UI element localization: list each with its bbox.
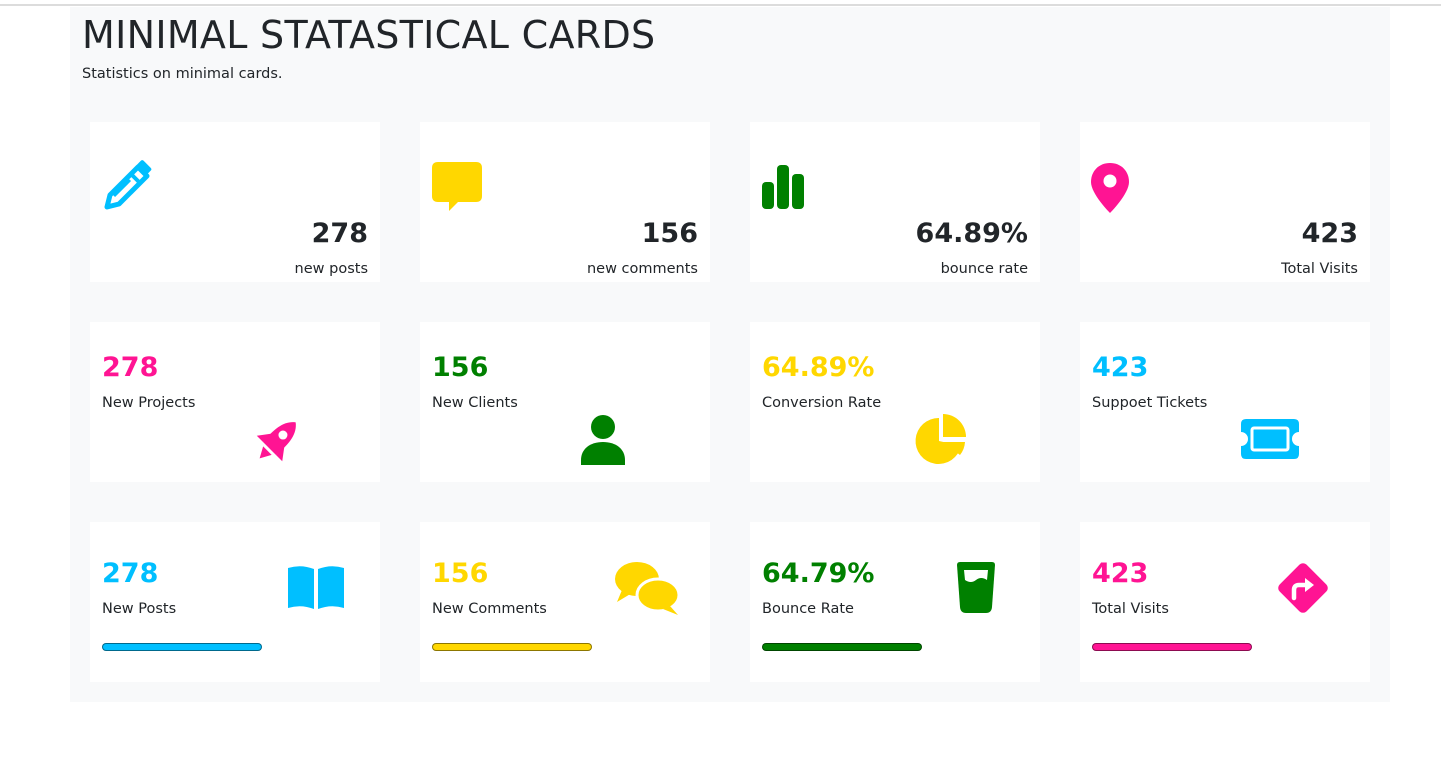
stat-value: 423	[1301, 218, 1358, 249]
stat-label: Total Visits	[1281, 261, 1358, 277]
stat-label: New Comments	[432, 601, 547, 617]
stat-value: 423	[1092, 558, 1149, 589]
progress-fill	[102, 643, 262, 651]
stat-card-new-projects: 278 New Projects	[90, 322, 380, 482]
map-pin-icon	[1091, 163, 1129, 213]
page-subtitle: Statistics on minimal cards.	[82, 66, 283, 82]
rocket-icon	[256, 422, 296, 462]
stat-value: 64.79%	[762, 558, 875, 589]
comment-icon	[432, 162, 482, 211]
stat-card-support-tickets: 423 Suppoet Tickets	[1080, 322, 1370, 482]
page-title: MINIMAL STATASTICAL CARDS	[82, 13, 656, 57]
pie-chart-icon	[915, 414, 966, 464]
stat-value: 156	[432, 352, 489, 383]
stat-card-new-comments-progress: 156 New Comments	[420, 522, 710, 682]
stat-value: 156	[641, 218, 698, 249]
stat-card-bounce-rate: 64.89% bounce rate	[750, 122, 1040, 282]
progress-bar	[1092, 643, 1252, 651]
progress-bar	[102, 643, 262, 651]
stat-label: bounce rate	[940, 261, 1028, 277]
stat-value: 423	[1092, 352, 1149, 383]
user-icon	[581, 415, 625, 465]
stat-value: 156	[432, 558, 489, 589]
bar-chart-icon	[762, 165, 804, 209]
progress-fill	[762, 643, 922, 651]
book-icon	[288, 566, 344, 609]
stat-value: 64.89%	[762, 352, 875, 383]
stat-card-total-visits-progress: 423 Total Visits	[1080, 522, 1370, 682]
stat-card-bounce-rate-progress: 64.79% Bounce Rate	[750, 522, 1040, 682]
stat-label: New Clients	[432, 395, 518, 411]
glass-icon	[957, 562, 995, 613]
stat-label: Total Visits	[1092, 601, 1169, 617]
ticket-icon	[1241, 419, 1299, 459]
stat-value: 64.89%	[915, 218, 1028, 249]
stat-label: New Posts	[102, 601, 177, 617]
top-divider	[0, 4, 1441, 6]
stat-label: Suppoet Tickets	[1092, 395, 1208, 411]
stat-label: new posts	[294, 261, 368, 277]
directions-icon	[1278, 563, 1328, 613]
progress-fill	[1092, 643, 1252, 651]
progress-bar	[762, 643, 922, 651]
stat-card-new-posts-progress: 278 New Posts	[90, 522, 380, 682]
progress-bar	[432, 643, 592, 651]
stat-card-total-visits: 423 Total Visits	[1080, 122, 1370, 282]
stat-card-new-posts: 278 new posts	[90, 122, 380, 282]
stat-card-new-comments: 156 new comments	[420, 122, 710, 282]
progress-fill	[432, 643, 592, 651]
stat-label: new comments	[586, 261, 698, 277]
stat-card-new-clients: 156 New Clients	[420, 322, 710, 482]
pencil-icon	[104, 160, 152, 210]
stat-label: New Projects	[102, 395, 196, 411]
stat-label: Conversion Rate	[762, 395, 882, 411]
stat-value: 278	[311, 218, 368, 249]
stat-value: 278	[102, 352, 159, 383]
stat-label: Bounce Rate	[762, 601, 854, 617]
stat-card-conversion-rate: 64.89% Conversion Rate	[750, 322, 1040, 482]
cards-panel: MINIMAL STATASTICAL CARDS Statistics on …	[70, 7, 1390, 702]
comments-icon	[615, 562, 680, 615]
stat-value: 278	[102, 558, 159, 589]
